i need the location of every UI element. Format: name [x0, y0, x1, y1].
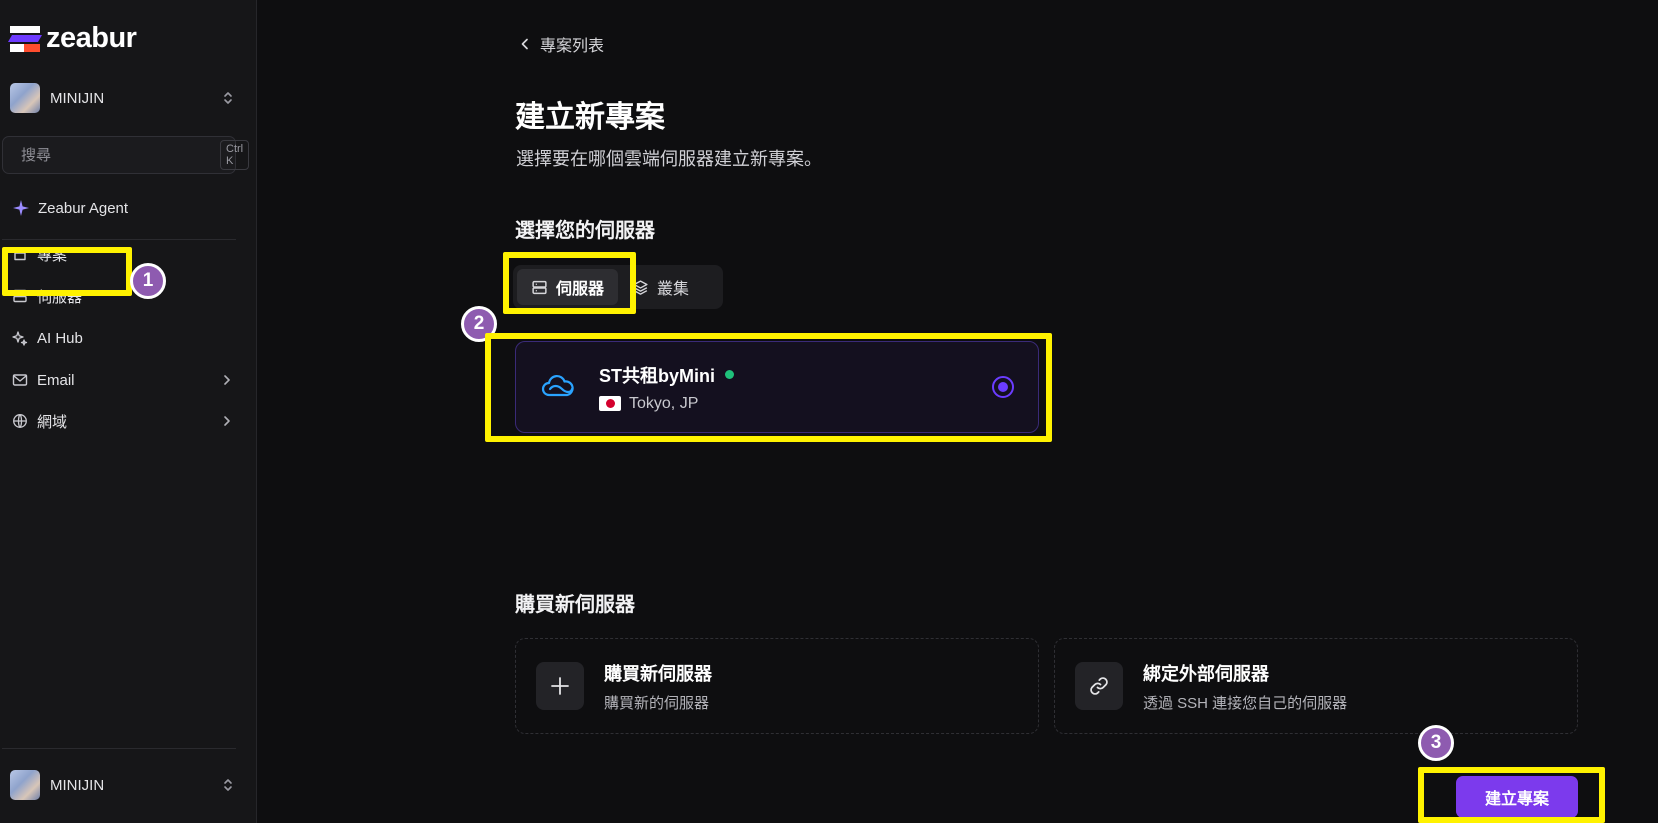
- plus-icon: [551, 677, 569, 695]
- sidebar-item-zeabur-agent[interactable]: Zeabur Agent: [12, 196, 128, 220]
- create-project-button[interactable]: 建立專案: [1456, 776, 1578, 818]
- buy-new-server-card[interactable]: 購買新伺服器 購買新的伺服器: [515, 638, 1039, 734]
- page-title: 建立新專案: [515, 101, 665, 134]
- account-name: MINIJIN: [50, 89, 105, 107]
- chevron-right-icon: [224, 416, 230, 426]
- sidebar: zeabur MINIJIN Ctrl K Zeabur Agent: [0, 0, 257, 823]
- sparkle-icon: [12, 331, 28, 346]
- page-subtitle: 選擇要在哪個雲端伺服器建立新專案。: [516, 149, 822, 169]
- buy-icon-box: [1075, 662, 1123, 710]
- sidebar-item-label: 伺服器: [37, 288, 83, 306]
- sidebar-item-email[interactable]: Email: [12, 367, 234, 393]
- sidebar-item-label: AI Hub: [37, 329, 83, 347]
- step-badge-2: 2: [461, 306, 497, 342]
- avatar: [10, 83, 40, 113]
- divider: [2, 748, 236, 749]
- cloud-icon: [541, 375, 574, 397]
- buy-card-description: 透過 SSH 連接您自己的伺服器: [1143, 694, 1348, 712]
- chevron-up-down-icon: [224, 92, 232, 104]
- buy-icon-box: [536, 662, 584, 710]
- server-type-tabs: 伺服器 叢集: [513, 265, 723, 309]
- server-info: ST共租byMini Tokyo, JP: [599, 362, 734, 413]
- account-switcher-top[interactable]: MINIJIN: [10, 83, 236, 113]
- back-link-label: 專案列表: [540, 38, 605, 55]
- server-status-dot: [725, 370, 734, 379]
- search-box[interactable]: Ctrl K: [2, 136, 250, 174]
- sidebar-item-label: Email: [37, 371, 75, 389]
- zeabur-logo-icon: [7, 25, 43, 52]
- link-icon: [1090, 677, 1108, 695]
- account-name: MINIJIN: [50, 776, 105, 794]
- server-icon: [13, 289, 27, 303]
- chevron-right-icon: [224, 375, 230, 385]
- chevron-up-down-icon: [224, 779, 232, 791]
- divider: [2, 239, 236, 240]
- tab-clusters[interactable]: 叢集: [618, 269, 703, 305]
- select-server-heading: 選擇您的伺服器: [515, 220, 655, 242]
- buy-card-title: 購買新伺服器: [604, 663, 712, 684]
- app-root: zeabur MINIJIN Ctrl K Zeabur Agent: [0, 0, 1658, 823]
- logo-text: zeabur: [46, 22, 137, 54]
- layers-icon: [633, 279, 648, 295]
- search-shortcut: Ctrl K: [220, 140, 250, 170]
- buy-card-title: 綁定外部伺服器: [1143, 663, 1269, 684]
- japan-flag-icon: [599, 396, 621, 411]
- sidebar-item-domains[interactable]: 網域: [12, 408, 234, 434]
- sidebar-item-projects[interactable]: 專案: [12, 241, 234, 267]
- step-badge-1: 1: [130, 263, 166, 299]
- tab-label: 伺服器: [556, 281, 605, 298]
- account-switcher-bottom[interactable]: MINIJIN: [10, 770, 236, 800]
- sidebar-item-label: Zeabur Agent: [38, 199, 129, 217]
- sidebar-item-ai-hub[interactable]: AI Hub: [12, 325, 234, 351]
- server-icon: [532, 280, 547, 294]
- server-select-radio[interactable]: [992, 376, 1014, 398]
- project-icon: [14, 248, 26, 261]
- back-to-project-list-link[interactable]: 專案列表: [518, 32, 604, 56]
- tab-servers[interactable]: 伺服器: [517, 269, 619, 305]
- buy-card-description: 購買新的伺服器: [604, 694, 710, 712]
- sidebar-item-servers[interactable]: 伺服器: [12, 283, 234, 309]
- server-location: Tokyo, JP: [629, 394, 699, 412]
- mail-icon: [12, 374, 28, 386]
- avatar: [10, 770, 40, 800]
- buy-server-heading: 購買新伺服器: [515, 594, 635, 616]
- bind-external-server-card[interactable]: 綁定外部伺服器 透過 SSH 連接您自己的伺服器: [1054, 638, 1578, 734]
- chevron-left-icon: [521, 38, 528, 50]
- sidebar-item-label: 專案: [37, 246, 68, 264]
- step-badge-3: 3: [1418, 725, 1454, 761]
- sidebar-item-label: 網域: [37, 413, 68, 431]
- server-name: ST共租byMini: [599, 365, 715, 386]
- sparkle-icon: [13, 200, 29, 216]
- server-option-card[interactable]: ST共租byMini Tokyo, JP: [515, 341, 1039, 433]
- search-input[interactable]: [21, 146, 220, 164]
- globe-icon: [13, 414, 27, 428]
- tab-label: 叢集: [657, 281, 690, 298]
- zeabur-logo[interactable]: zeabur: [7, 22, 137, 55]
